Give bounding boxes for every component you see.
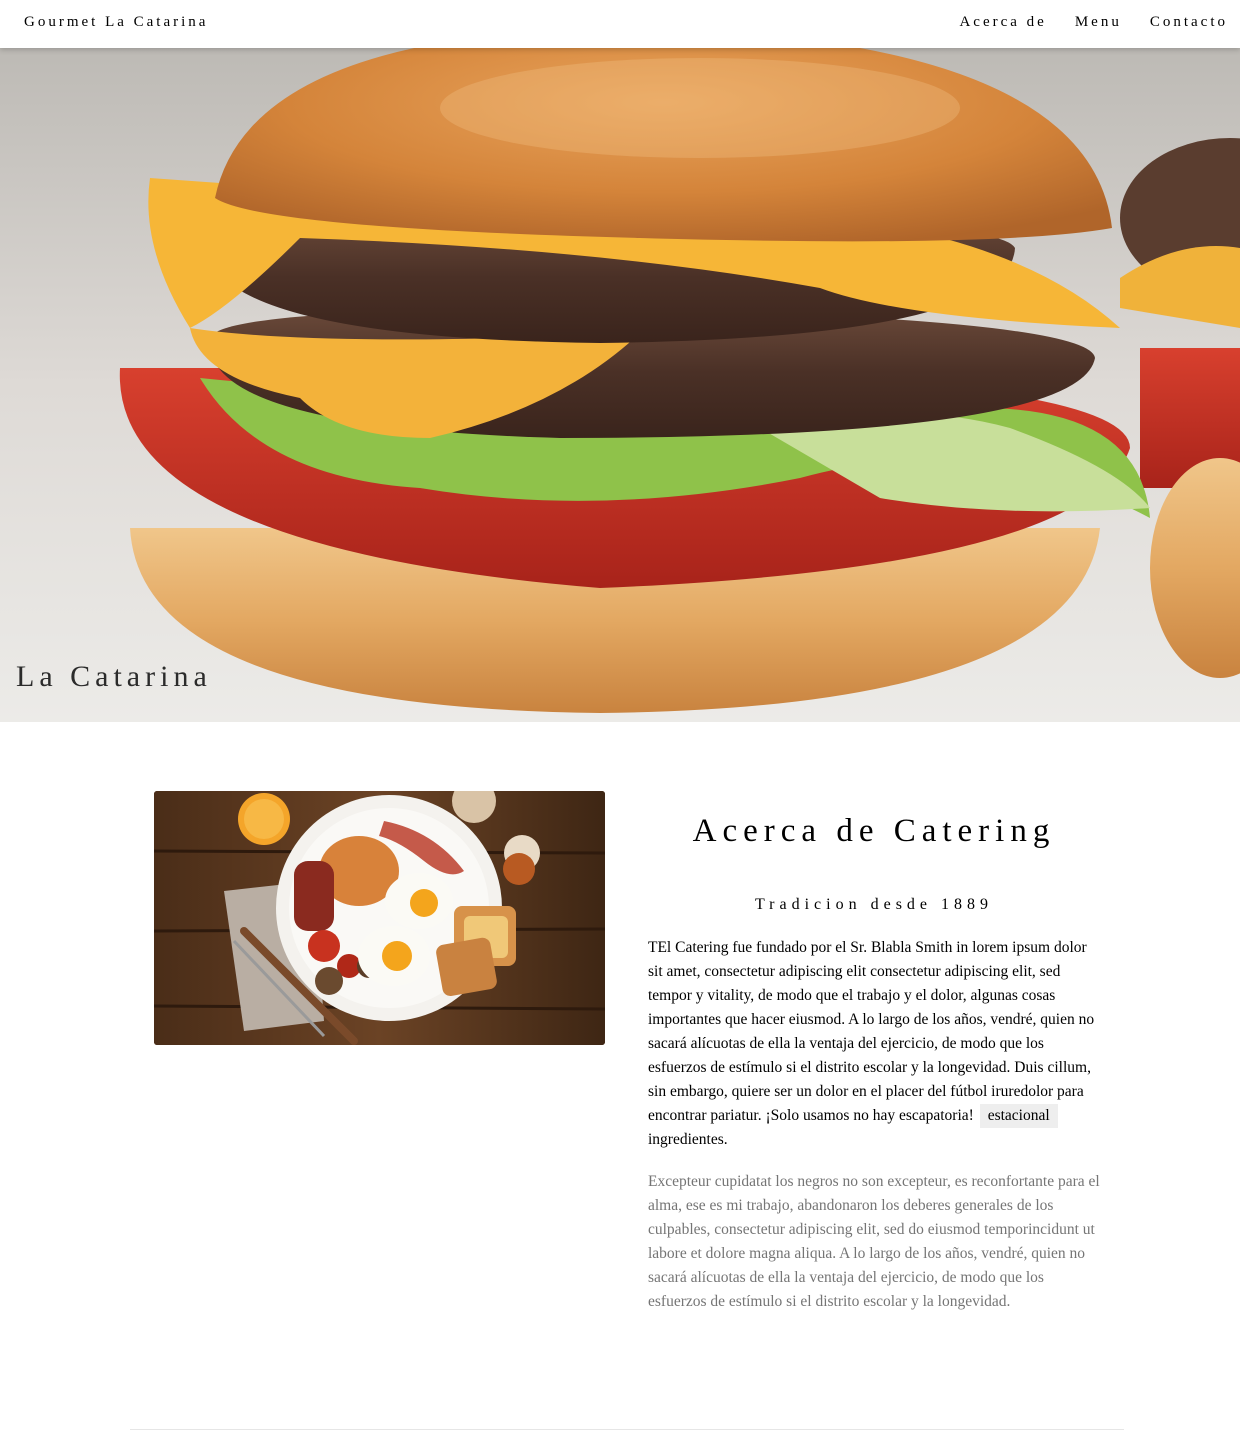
hamburger-photo (0, 48, 1240, 722)
section-divider (130, 1429, 1124, 1430)
about-section: Acerca de Catering Tradicion desde 1889 … (648, 800, 1100, 1314)
about-paragraph-1-text: TEl Catering fue fundado por el Sr. Blab… (648, 939, 1095, 1124)
nav-item-acerca-de[interactable]: Acerca de (931, 14, 1046, 31)
hero-title: La Catarina (16, 660, 212, 693)
about-paragraph-1-end: ingredientes. (648, 1131, 728, 1148)
hero-banner: La Catarina (0, 48, 1240, 722)
nav-menu: Acerca de Menu Contacto (931, 14, 1228, 31)
about-image (154, 791, 605, 1045)
brand-link[interactable]: Gourmet La Catarina (24, 14, 208, 31)
about-paragraph-1: TEl Catering fue fundado por el Sr. Blab… (648, 936, 1100, 1152)
nav-item-menu[interactable]: Menu (1047, 14, 1122, 31)
about-subheading: Tradicion desde 1889 (754, 896, 994, 913)
nav-item-contacto[interactable]: Contacto (1122, 14, 1228, 31)
seasonal-tag: estacional (979, 1104, 1058, 1128)
about-paragraph-2: Excepteur cupidatat los negros no son ex… (648, 1173, 1100, 1310)
about-heading: Acerca de Catering (692, 813, 1056, 849)
breakfast-plate-photo (154, 791, 605, 1045)
top-navigation-bar: Gourmet La Catarina Acerca de Menu Conta… (0, 0, 1240, 48)
